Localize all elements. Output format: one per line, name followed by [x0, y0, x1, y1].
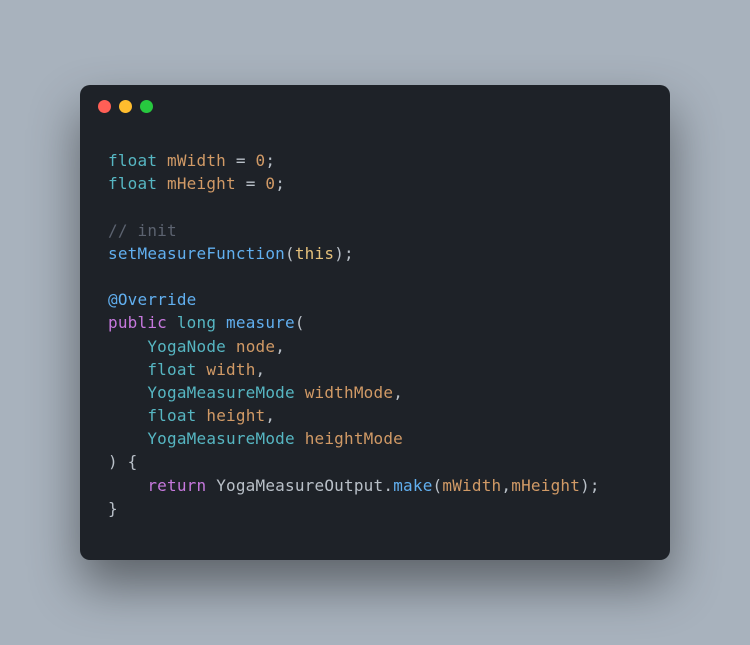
- indent: [108, 429, 147, 448]
- punct: (: [295, 313, 305, 332]
- punct: ;: [265, 151, 275, 170]
- punct: ,: [501, 476, 511, 495]
- keyword-type: float: [108, 174, 157, 193]
- keyword-type: float: [147, 406, 196, 425]
- variable: mWidth: [167, 151, 226, 170]
- parameter: widthMode: [305, 383, 394, 402]
- class-name: YogaMeasureOutput: [216, 476, 383, 495]
- punct: =: [226, 151, 256, 170]
- parameter: node: [236, 337, 275, 356]
- keyword-type: long: [177, 313, 216, 332]
- method-call: make: [393, 476, 432, 495]
- keyword-type: float: [147, 360, 196, 379]
- punct: ,: [256, 360, 266, 379]
- close-icon[interactable]: [98, 100, 111, 113]
- argument: mHeight: [511, 476, 580, 495]
- punct: ,: [275, 337, 285, 356]
- variable: mHeight: [167, 174, 236, 193]
- keyword-return: return: [147, 476, 206, 495]
- punct: .: [383, 476, 393, 495]
- code-window: float mWidth = 0; float mHeight = 0; // …: [80, 85, 670, 560]
- keyword-this: this: [295, 244, 334, 263]
- function-call: setMeasureFunction: [108, 244, 285, 263]
- punct: );: [580, 476, 600, 495]
- type-class: YogaNode: [147, 337, 226, 356]
- indent: [108, 337, 147, 356]
- comment: // init: [108, 221, 177, 240]
- code-block: float mWidth = 0; float mHeight = 0; // …: [80, 119, 670, 530]
- number-literal: 0: [256, 151, 266, 170]
- indent: [108, 476, 147, 495]
- punct: );: [334, 244, 354, 263]
- punct: ;: [275, 174, 285, 193]
- parameter: height: [206, 406, 265, 425]
- window-titlebar: [80, 85, 670, 119]
- punct: (: [433, 476, 443, 495]
- indent: [108, 406, 147, 425]
- minimize-icon[interactable]: [119, 100, 132, 113]
- maximize-icon[interactable]: [140, 100, 153, 113]
- type-class: YogaMeasureMode: [147, 383, 295, 402]
- indent: [108, 360, 147, 379]
- punct: ) {: [108, 452, 138, 471]
- number-literal: 0: [265, 174, 275, 193]
- parameter: width: [206, 360, 255, 379]
- type-class: YogaMeasureMode: [147, 429, 295, 448]
- punct: (: [285, 244, 295, 263]
- parameter: heightMode: [305, 429, 403, 448]
- punct: ,: [393, 383, 403, 402]
- punct: }: [108, 499, 118, 518]
- keyword-type: float: [108, 151, 157, 170]
- function-name: measure: [226, 313, 295, 332]
- indent: [108, 383, 147, 402]
- argument: mWidth: [442, 476, 501, 495]
- keyword-modifier: public: [108, 313, 167, 332]
- annotation: @Override: [108, 290, 197, 309]
- punct: ,: [265, 406, 275, 425]
- space: [167, 313, 177, 332]
- punct: =: [236, 174, 266, 193]
